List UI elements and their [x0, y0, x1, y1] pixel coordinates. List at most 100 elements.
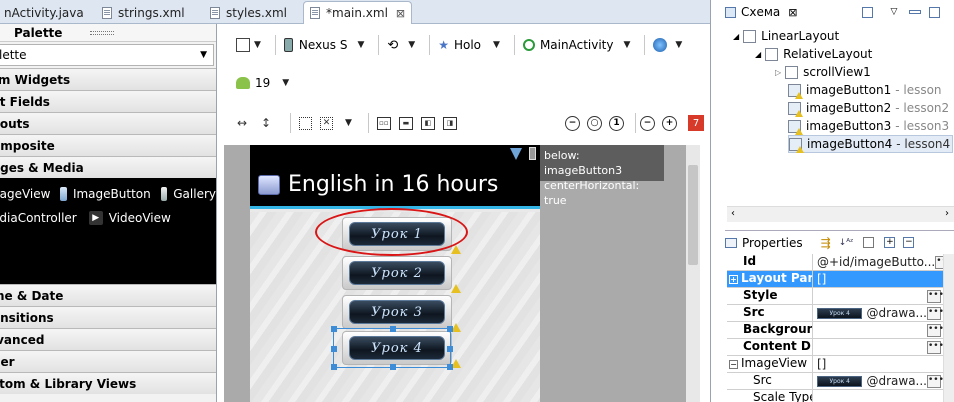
tab-strings-xml[interactable]: strings.xml — [102, 2, 185, 24]
align-center-icon[interactable]: ▫▫ — [376, 116, 391, 130]
palette-category-layouts[interactable]: youts — [0, 112, 216, 134]
close-view-icon[interactable]: ⊠ — [788, 6, 797, 19]
tree-item-imagebutton1[interactable]: imageButton1 - lesson — [788, 81, 942, 99]
properties-table: Id @+id/imageButto...••• +Layout Par... … — [727, 254, 943, 402]
widget-gallery[interactable]: Gallery — [173, 187, 216, 201]
resize-handle[interactable] — [447, 364, 453, 370]
property-key-cell: − ImageView — [727, 356, 813, 372]
minimize-icon[interactable] — [909, 10, 922, 14]
tree-item-relativelayout[interactable]: ◢ RelativeLayout — [755, 45, 872, 63]
collapse-icon[interactable] — [861, 6, 873, 18]
ellipsis-button[interactable]: ••• — [927, 374, 943, 388]
properties-vertical-scrollbar[interactable] — [943, 254, 954, 402]
ellipsis-button[interactable]: ••• — [927, 340, 943, 354]
selection-box[interactable] — [331, 326, 453, 370]
error-count-badge[interactable]: 7 — [688, 115, 704, 131]
sort-az-icon[interactable]: ↓ᴬᶻ — [839, 238, 854, 248]
palette-filter-select[interactable]: lette ▼ — [0, 44, 214, 66]
property-row-scale-type[interactable]: Scale Type — [727, 390, 943, 402]
palette-category-text-fields[interactable]: xt Fields — [0, 90, 216, 112]
ellipsis-button[interactable]: ••• — [935, 255, 943, 269]
property-row-src[interactable]: Src Урок 4 @drawa... ••• — [727, 305, 943, 322]
ellipsis-button[interactable]: ••• — [927, 306, 943, 320]
theme-selector[interactable]: ★ Holo ▼ — [438, 38, 500, 52]
locale-selector[interactable]: ▼ — [653, 38, 682, 52]
zoom-best-fit-icon[interactable]: − — [565, 115, 580, 131]
widget-imageview[interactable]: nageView — [0, 187, 50, 201]
lesson-button-2[interactable]: Урок 2 — [342, 256, 461, 293]
widget-mediacontroller[interactable]: ediaController — [0, 211, 77, 225]
activity-selector[interactable]: MainActivity ▼ — [522, 38, 630, 52]
zoom-100-icon[interactable]: 1 — [609, 115, 624, 131]
margins-icon[interactable] — [299, 116, 312, 130]
zoom-in-icon[interactable]: + — [662, 115, 677, 131]
api-level-selector[interactable]: 19 ▼ — [236, 76, 289, 90]
property-row-background[interactable]: Background ••• — [727, 322, 943, 339]
resize-handle[interactable] — [390, 326, 396, 332]
toggle-fill-width-icon[interactable]: ↔ — [234, 115, 250, 131]
lesson-button-3[interactable]: Урок 3 — [342, 295, 461, 332]
resize-handle[interactable] — [390, 364, 396, 370]
palette-category-other[interactable]: her — [0, 350, 216, 372]
palette-category-transitions[interactable]: ansitions — [0, 306, 216, 328]
palette-select-value: lette — [0, 48, 27, 62]
tree-item-linearlayout[interactable]: ◢ LinearLayout — [733, 27, 839, 45]
align-left-icon[interactable]: ◧ — [420, 116, 435, 130]
collapse-minus-icon[interactable]: − — [729, 360, 738, 369]
close-tab-icon[interactable]: ⊠ — [396, 7, 405, 20]
view-menu-icon[interactable]: ▽ — [891, 7, 898, 17]
property-row-imageview[interactable]: − ImageView [] — [727, 356, 943, 373]
widget-imagebutton[interactable]: ImageButton — [73, 187, 151, 201]
widget-videoview[interactable]: VideoView — [109, 211, 171, 225]
gravity-icon[interactable]: ✕ — [320, 116, 333, 130]
api-level-label: 19 — [255, 76, 271, 90]
palette-category-custom-library-views[interactable]: stom & Library Views — [0, 372, 216, 394]
expand-all-icon[interactable]: + — [884, 237, 896, 248]
orientation-toggle[interactable]: ⟲ ▼ — [387, 38, 415, 53]
tree-item-imagebutton3[interactable]: imageButton3 - lesson3 — [788, 117, 949, 135]
resize-handle[interactable] — [331, 346, 337, 352]
tree-item-scrollview1[interactable]: ▷ scrollView1 — [775, 63, 871, 81]
toggle-fill-height-icon[interactable]: ↕ — [258, 115, 274, 131]
outline-horizontal-scrollbar[interactable]: ‹ › — [727, 206, 954, 222]
align-top-icon[interactable]: ◨ — [442, 116, 457, 130]
zoom-out-icon[interactable]: − — [640, 115, 655, 131]
palette-category-form-widgets[interactable]: rm Widgets — [0, 68, 216, 90]
property-row-content-description[interactable]: Content D... ••• — [727, 339, 943, 356]
resize-handle[interactable] — [331, 326, 337, 332]
maximize-icon[interactable] — [929, 6, 941, 18]
scroll-right-icon[interactable]: › — [945, 208, 949, 219]
canvas-vertical-scrollbar[interactable] — [686, 145, 700, 402]
tab-mainactivity-java[interactable]: nActivity.java — [4, 2, 84, 24]
property-row-id[interactable]: Id @+id/imageButto...••• — [727, 254, 943, 271]
zoom-real-size-icon[interactable]: ○ — [587, 115, 602, 131]
drag-grip-icon[interactable] — [90, 30, 115, 35]
scrollbar-thumb[interactable] — [688, 165, 698, 265]
palette-category-images-media[interactable]: ages & Media — [0, 156, 216, 178]
tab-main-xml[interactable]: *main.xml ⊠ — [303, 1, 413, 24]
palette-category-composite[interactable]: omposite — [0, 134, 216, 156]
device-preview-viewport[interactable]: English in 16 hours Урок 1 Урок 2 Урок 3… — [224, 145, 700, 402]
device-selector[interactable]: Nexus S ▼ — [283, 38, 364, 52]
config-chooser-button[interactable]: ▼ — [236, 38, 261, 52]
property-row-layout-parameters[interactable]: +Layout Par... [] — [727, 271, 943, 288]
resize-handle[interactable] — [447, 346, 453, 352]
palette-category-time-date[interactable]: me & Date — [0, 284, 216, 306]
property-row-imageview-src[interactable]: Src Урок 4 @drawa... ••• — [727, 373, 943, 390]
ellipsis-button[interactable]: ••• — [927, 323, 943, 337]
ellipsis-button[interactable]: ••• — [927, 289, 943, 303]
resize-handle[interactable] — [331, 364, 337, 370]
palette-category-advanced[interactable]: lvanced — [0, 328, 216, 350]
align-bottom-icon[interactable]: ▬ — [398, 116, 413, 130]
resize-handle[interactable] — [447, 326, 453, 332]
collapse-all-icon[interactable] — [863, 237, 875, 248]
show-advanced-icon[interactable]: ⇶ — [821, 236, 831, 250]
property-row-style[interactable]: Style ••• — [727, 288, 943, 305]
tree-item-imagebutton4[interactable]: imageButton4 - lesson4 — [788, 135, 954, 153]
chevron-down-icon[interactable]: ▼ — [345, 118, 352, 128]
expand-plus-icon[interactable]: + — [729, 275, 738, 284]
collapse-icon[interactable]: − — [903, 237, 915, 248]
tab-styles-xml[interactable]: styles.xml — [210, 2, 287, 24]
tree-item-imagebutton2[interactable]: imageButton2 - lesson2 — [788, 99, 949, 117]
scroll-left-icon[interactable]: ‹ — [731, 208, 735, 219]
